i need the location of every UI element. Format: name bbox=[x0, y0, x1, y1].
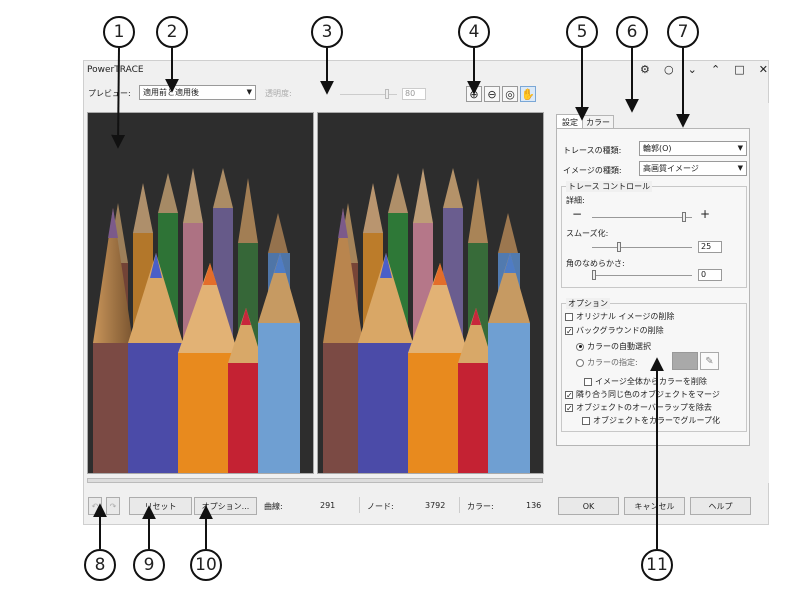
arrow-1 bbox=[111, 47, 126, 149]
callout-arrows bbox=[93, 47, 690, 549]
